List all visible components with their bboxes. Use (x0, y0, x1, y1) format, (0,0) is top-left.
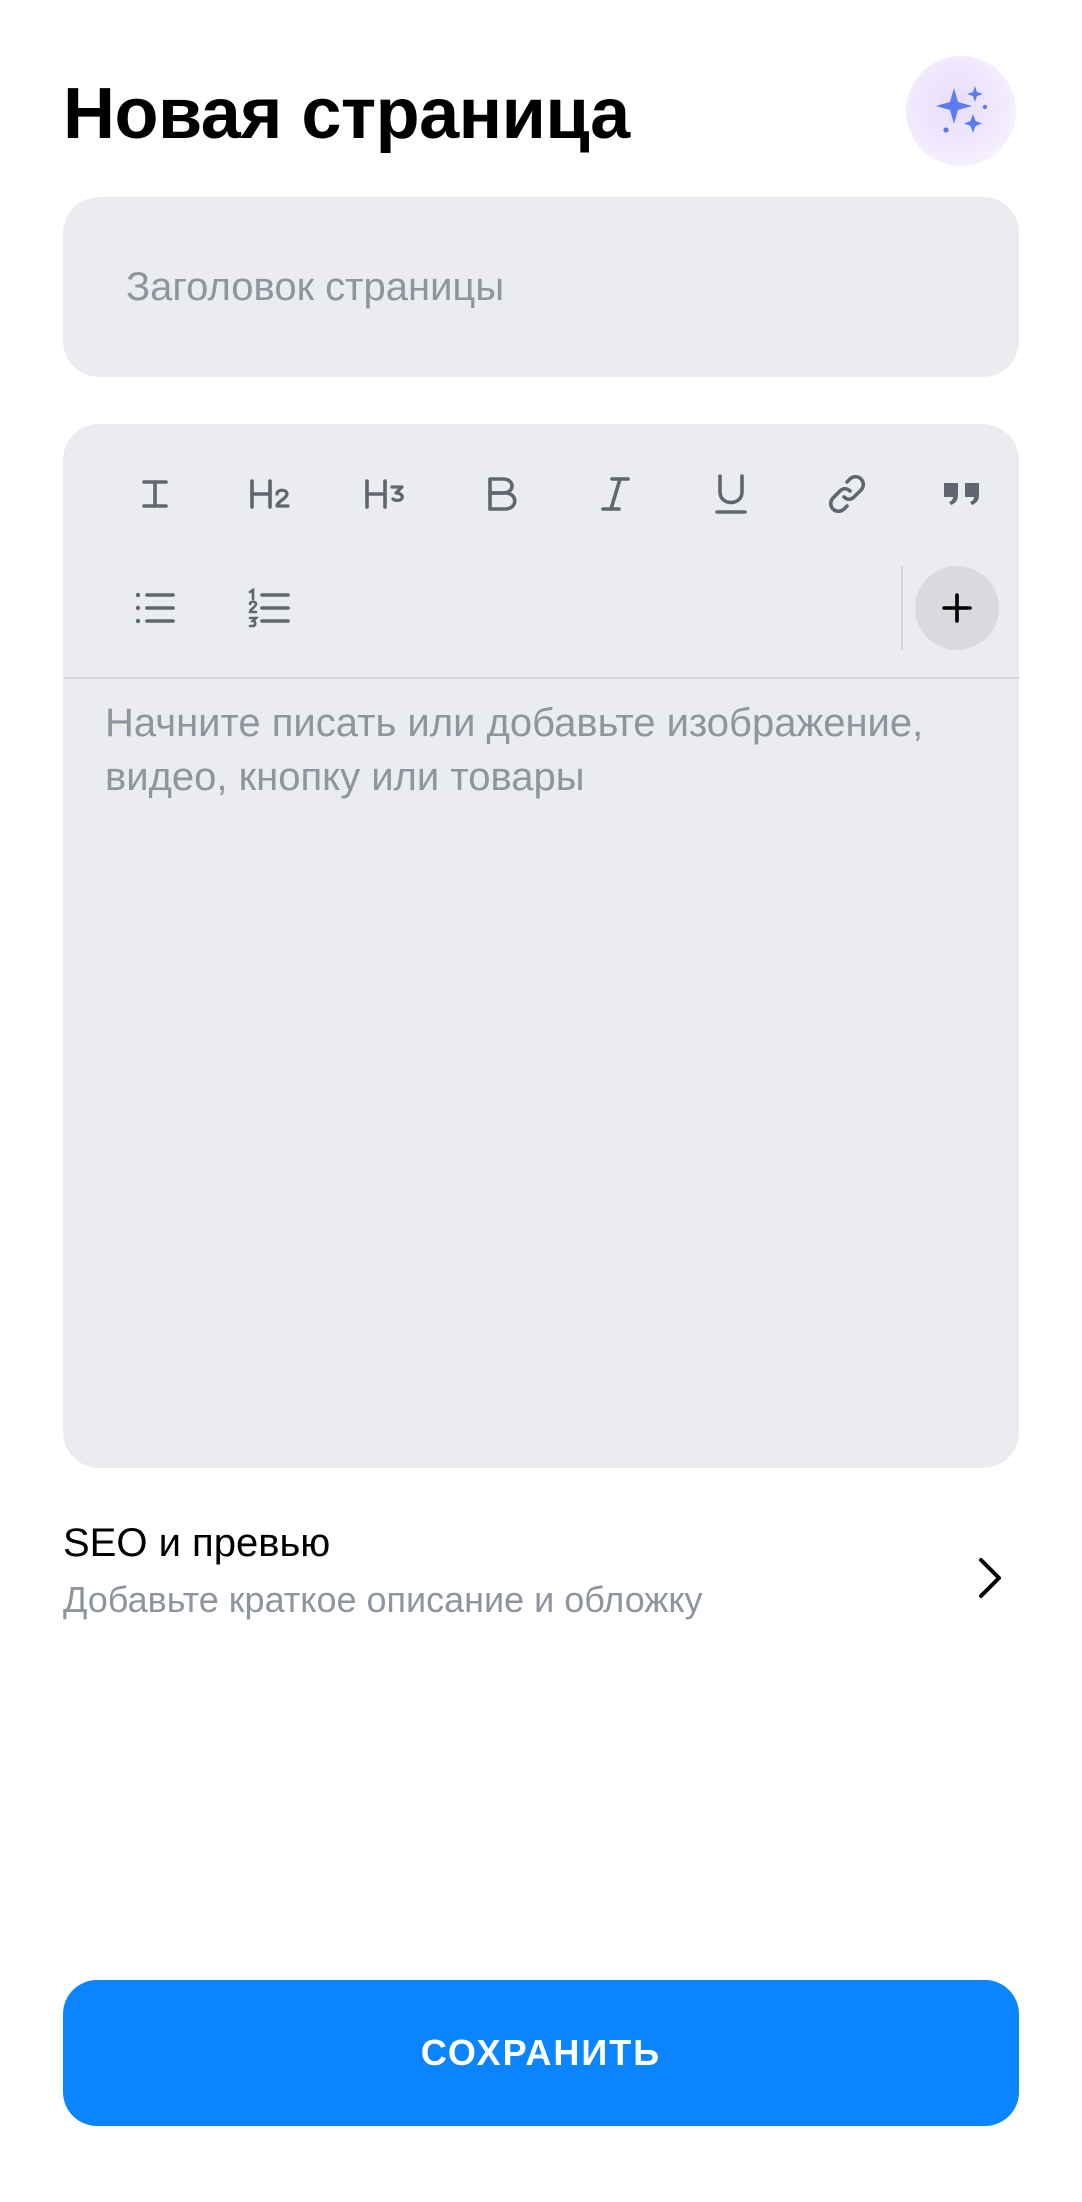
underline-button[interactable] (691, 454, 771, 534)
bulleted-list-button[interactable] (115, 568, 195, 648)
sparkles-icon (936, 86, 988, 133)
text-format-icon (142, 480, 168, 508)
content-editor[interactable]: Начните писать или добавьте изображение,… (63, 424, 1019, 1468)
bold-icon (488, 477, 517, 511)
heading-3-button[interactable] (345, 454, 425, 534)
heading-3-icon (365, 479, 404, 509)
heading-2-button[interactable] (230, 454, 310, 534)
quote-icon (944, 483, 979, 505)
bulleted-list-icon (135, 592, 175, 624)
heading-2-icon (250, 479, 290, 509)
toolbar-separator (63, 677, 1019, 679)
seo-title: SEO и превью (63, 1521, 331, 1565)
seo-subtitle: Добавьте краткое описание и обложку (63, 1579, 703, 1620)
plus-icon (942, 593, 972, 623)
numbered-list-icon (248, 587, 290, 628)
italic-button[interactable] (576, 454, 656, 534)
text-format-button[interactable] (115, 454, 195, 534)
editor-placeholder[interactable]: Начните писать или добавьте изображение,… (105, 696, 985, 804)
page-title-field[interactable] (63, 197, 1019, 377)
underline-icon (715, 474, 747, 514)
add-block-button[interactable] (915, 566, 999, 650)
bold-button[interactable] (461, 454, 541, 534)
ai-assistant-button[interactable] (906, 56, 1016, 166)
link-button[interactable] (807, 454, 887, 534)
link-icon (828, 474, 866, 514)
chevron-right-icon (979, 1558, 1001, 1598)
quote-button[interactable] (922, 454, 1002, 534)
page-title: Новая страница (63, 74, 630, 154)
page-title-input[interactable] (63, 197, 1019, 377)
numbered-list-button[interactable] (230, 568, 310, 648)
italic-icon (601, 477, 630, 511)
save-button[interactable]: СОХРАНИТЬ (63, 1980, 1019, 2126)
toolbar-divider (901, 566, 903, 650)
seo-preview-row[interactable]: SEO и превью Добавьте краткое описание и… (63, 1512, 1019, 1632)
